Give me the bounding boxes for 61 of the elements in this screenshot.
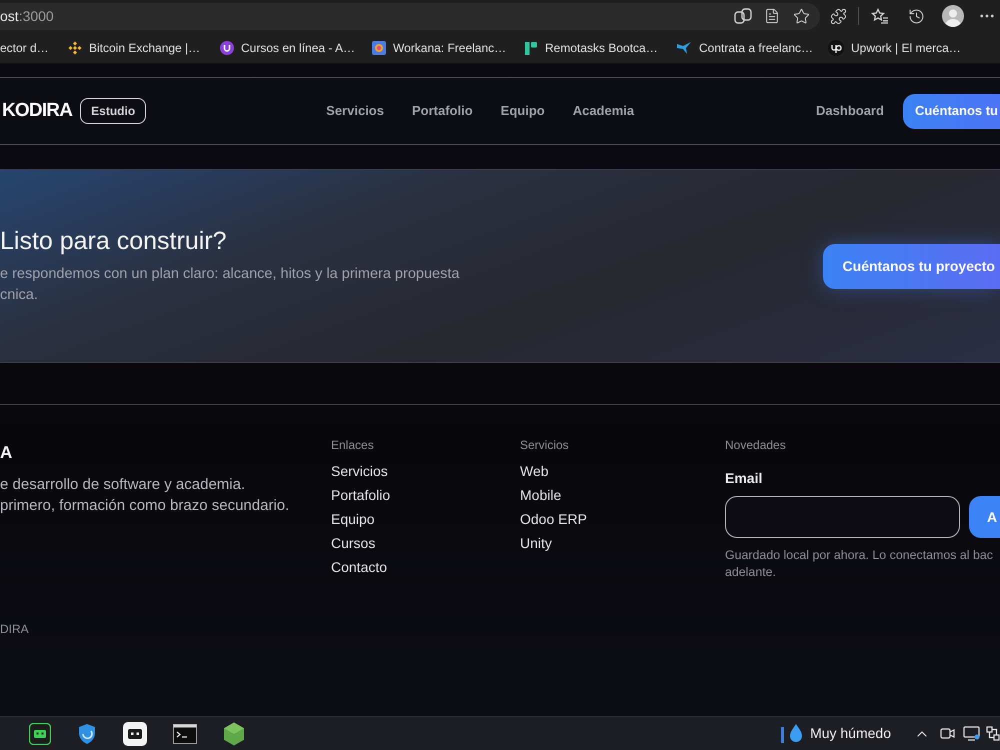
footer-link[interactable]: Cursos <box>331 531 376 555</box>
footer-heading: Servicios <box>520 437 570 453</box>
footer-link[interactable]: Equipo <box>331 507 375 531</box>
cta-description: e respondemos con un plan claro: alcance, hitos y la primera propuesta cnica. <box>0 265 460 305</box>
footer-link[interactable]: Servicios <box>331 459 388 483</box>
circle-logo-icon <box>828 40 844 56</box>
profile-avatar-icon[interactable] <box>942 5 964 27</box>
studio-badge: Estudio <box>80 98 146 124</box>
bird-icon <box>676 40 692 54</box>
bookmark-item[interactable]: Contrata a freelanc… <box>674 34 826 60</box>
screen-icon[interactable] <box>963 726 980 741</box>
contact-button[interactable]: Cuéntanos tu <box>902 94 1000 128</box>
network-icon[interactable] <box>986 726 1000 741</box>
footer-link[interactable]: Mobile <box>520 483 562 507</box>
cta-heading: Listo para construir? <box>0 226 228 256</box>
shield-icon[interactable] <box>77 722 97 744</box>
newsletter-hint: Guardado local por ahora. Lo conectamos al bac adelante. <box>725 547 994 581</box>
weather-widget[interactable]: Muy húmedo <box>781 722 891 744</box>
favorite-star-icon[interactable] <box>793 8 810 24</box>
address-bar[interactable]: ost:3000 <box>0 2 820 30</box>
email-input[interactable] <box>725 496 960 538</box>
project-button[interactable]: Cuéntanos tu proyecto <box>822 244 1000 288</box>
bookmark-item[interactable]: Cursos en línea - A… <box>218 34 370 60</box>
footer-link[interactable]: Portafolio <box>331 483 390 507</box>
nav-link[interactable]: Servicios <box>326 101 384 121</box>
document-icon[interactable] <box>764 8 780 24</box>
star-list-icon[interactable] <box>871 8 889 24</box>
logo-text[interactable]: KODIRA <box>2 96 72 126</box>
bars-logo-icon <box>524 40 538 54</box>
footer-heading: Novedades <box>725 437 787 453</box>
nav-link[interactable]: Portafolio <box>412 101 473 121</box>
email-label: Email <box>725 469 762 488</box>
footer-link[interactable]: Odoo ERP <box>520 507 587 531</box>
dashboard-link[interactable]: Dashboard <box>816 101 884 121</box>
footer-link[interactable]: Web <box>520 459 549 483</box>
hexagon-icon[interactable] <box>223 722 245 746</box>
url-text: ost:3000 <box>0 6 54 26</box>
bookmark-item[interactable]: Remotasks Bootca… <box>522 34 674 60</box>
square-logo-icon <box>372 40 386 54</box>
footer-brand: A <box>0 443 14 463</box>
bookmark-item[interactable]: ector d… <box>0 34 66 60</box>
history-icon[interactable] <box>908 8 925 24</box>
puzzle-icon[interactable] <box>830 8 847 24</box>
bookmark-item[interactable]: Upwork | El merca… <box>826 34 978 60</box>
nav-link[interactable]: Academia <box>572 101 634 121</box>
footer-link[interactable]: Unity <box>520 531 552 555</box>
diamond-logo-icon <box>68 40 82 54</box>
chat-tile-icon[interactable] <box>123 722 147 746</box>
bookmark-item[interactable]: Bitcoin Exchange |… <box>66 34 218 60</box>
footer-link[interactable]: Contacto <box>331 555 388 579</box>
copyright-text: DIRA <box>0 621 30 637</box>
app-tile-icon[interactable] <box>29 722 51 744</box>
nav-link[interactable]: Equipo <box>500 101 545 121</box>
terminal-icon[interactable] <box>173 724 197 744</box>
camera-icon[interactable] <box>940 726 955 741</box>
footer-description: e desarrollo de software y academia. primero, formación como brazo secundario. <box>0 475 290 516</box>
copilot-icon[interactable] <box>734 8 752 24</box>
bookmark-item[interactable]: Workana: Freelanc… <box>370 34 522 60</box>
subscribe-button[interactable]: A <box>969 496 1000 538</box>
circle-emblem-icon <box>220 40 234 54</box>
footer-heading: Enlaces <box>331 437 375 453</box>
